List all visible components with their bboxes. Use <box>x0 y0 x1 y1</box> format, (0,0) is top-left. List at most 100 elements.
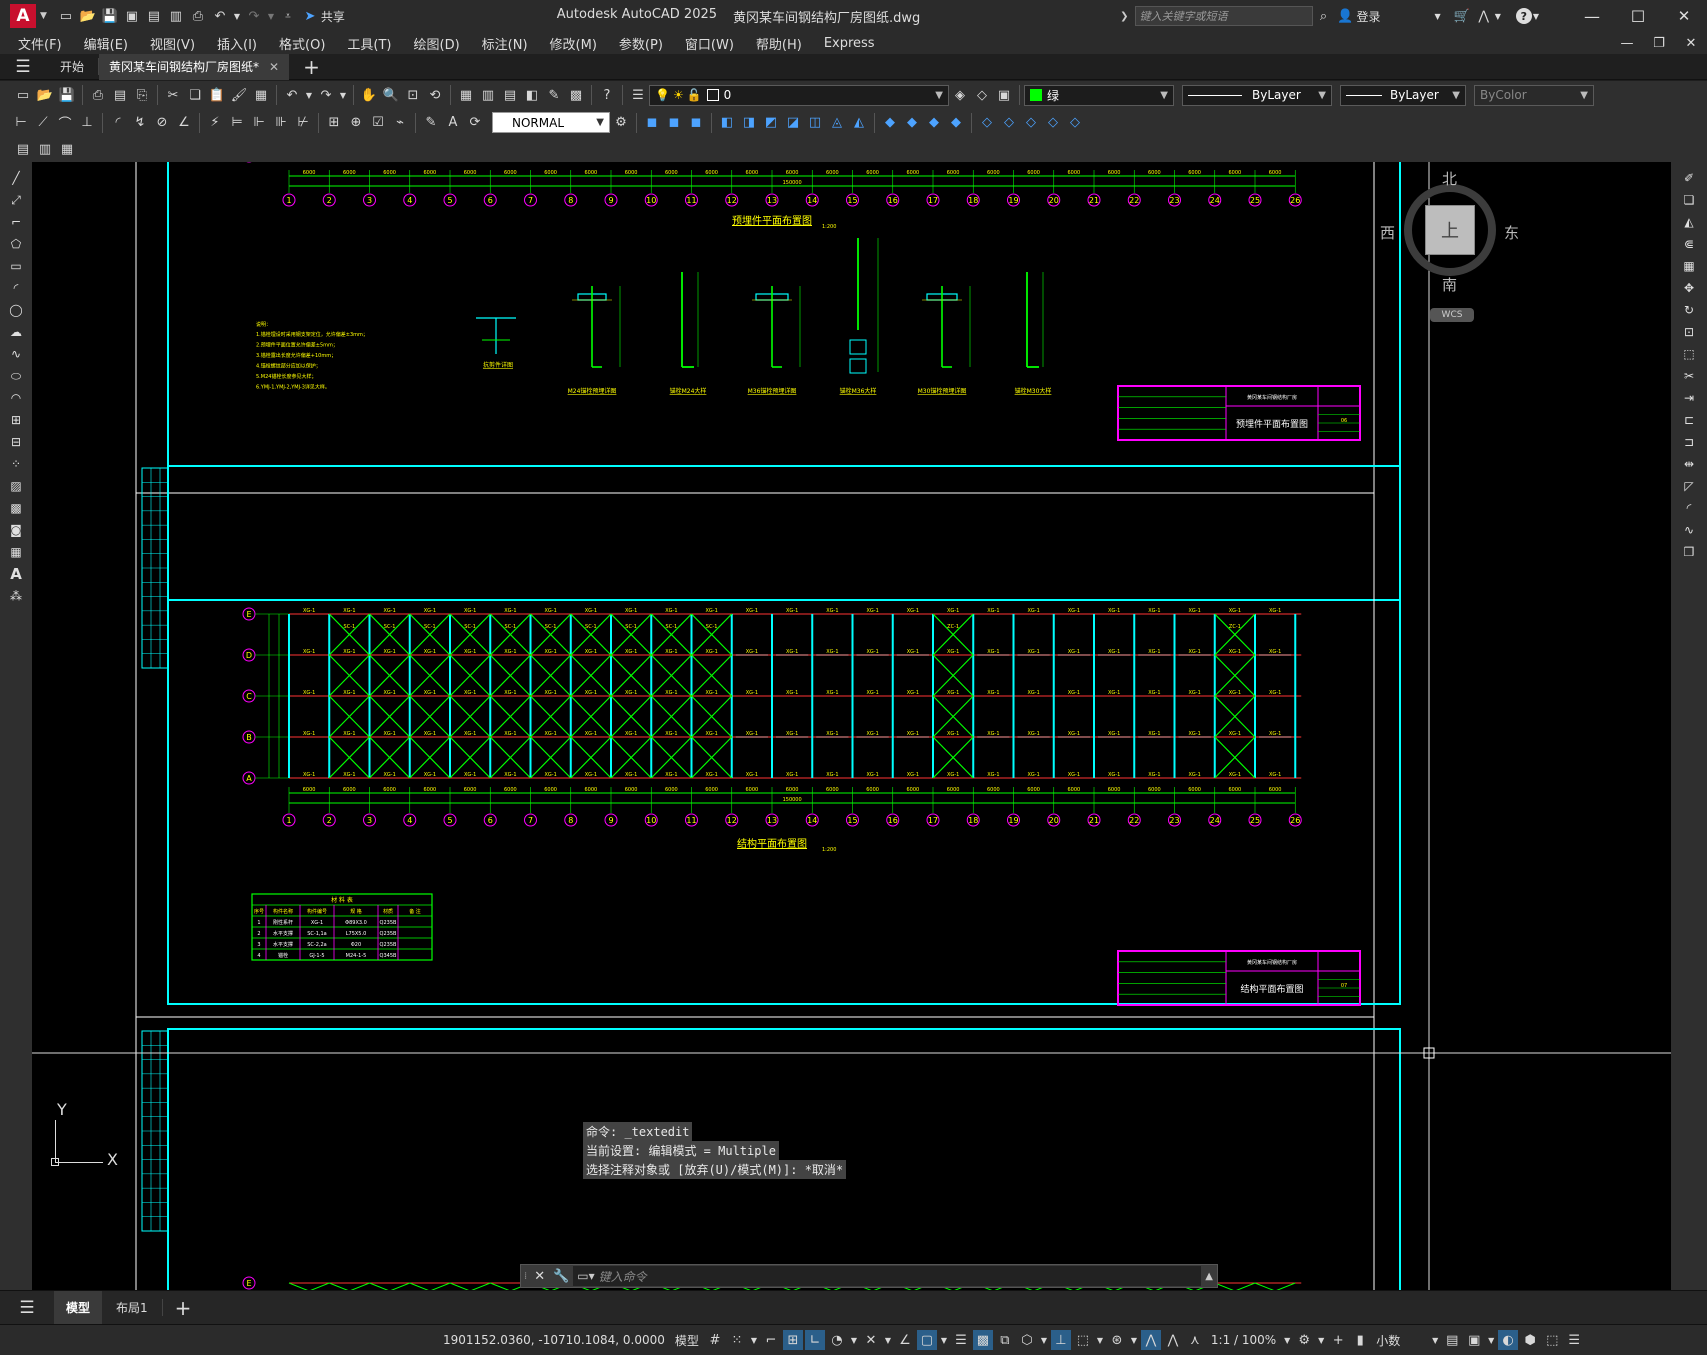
linetype-dropdown[interactable]: ByLayer ▼ <box>1182 84 1332 106</box>
make-block-icon[interactable]: ⊟ <box>6 432 26 452</box>
doc-minimize-icon[interactable]: — <box>1611 36 1643 51</box>
properties-icon[interactable]: ▦ <box>456 85 476 105</box>
3d-osnap-dropdown-icon[interactable]: ▼ <box>1039 1330 1049 1350</box>
stretch-tool-icon[interactable]: ⬚ <box>1679 344 1699 364</box>
save-web-icon[interactable]: ▥ <box>166 6 186 26</box>
fillet-tool-icon[interactable]: ◜ <box>1679 498 1699 518</box>
linear-dimension-icon[interactable]: ⊢ <box>11 113 31 133</box>
wcs-menu-button[interactable]: WCS <box>1430 308 1474 322</box>
layer-dropdown[interactable]: 💡 ☀ 🔓 0 ▼ <box>649 84 949 106</box>
layer-properties-icon[interactable]: ☰ <box>628 85 648 105</box>
transparency-icon[interactable]: ▩ <box>972 1330 993 1350</box>
open-icon[interactable]: 📂 <box>35 85 55 105</box>
dimension-update-icon[interactable]: ⟳ <box>465 113 485 133</box>
menu-tools[interactable]: 工具(T) <box>336 34 402 53</box>
maximize-window-icon[interactable]: ☐ <box>1615 7 1661 26</box>
hatch-tool-icon[interactable]: ▨ <box>6 476 26 496</box>
snap-dropdown-icon[interactable]: ▼ <box>749 1330 759 1350</box>
lineweight-dropdown[interactable]: ByLayer ▼ <box>1340 84 1466 106</box>
wedge-icon[interactable]: ◼ <box>686 113 706 133</box>
ellipse-arc-tool-icon[interactable]: ◠ <box>6 388 26 408</box>
match-properties-icon[interactable]: 🖌 <box>229 85 249 105</box>
copy-tool-icon[interactable]: ❏ <box>1679 190 1699 210</box>
trim-tool-icon[interactable]: ✂ <box>1679 366 1699 386</box>
undo-icon[interactable]: ↶ <box>210 6 230 26</box>
thicken-icon[interactable]: ◭ <box>849 113 869 133</box>
add-selected-icon[interactable]: ⁂ <box>6 586 26 606</box>
arc-tool-icon[interactable]: ◜ <box>6 278 26 298</box>
menu-view[interactable]: 视图(V) <box>139 34 206 53</box>
customize-qat-icon[interactable]: ⩡ <box>278 6 298 26</box>
ortho-icon[interactable]: ∟ <box>804 1330 825 1350</box>
join-tool-icon[interactable]: ⇹ <box>1679 454 1699 474</box>
paste-icon[interactable]: 📋 <box>207 85 227 105</box>
mirror-tool-icon[interactable]: ◭ <box>1679 212 1699 232</box>
dimension-text-edit-icon[interactable]: A <box>443 113 463 133</box>
menu-file[interactable]: 文件(F) <box>7 34 73 53</box>
quick-dimension-icon[interactable]: ⚡ <box>205 113 225 133</box>
grid-icon[interactable]: # <box>705 1330 725 1350</box>
menu-modify[interactable]: 修改(M) <box>539 34 608 53</box>
help-search-input[interactable]: 键入关键字或短语 <box>1134 6 1313 26</box>
save-icon[interactable]: 💾 <box>100 6 120 26</box>
snap-icon[interactable]: ⁙ <box>727 1330 747 1350</box>
isodraft-dropdown-icon[interactable]: ▼ <box>883 1330 893 1350</box>
help-tb-icon[interactable]: ? <box>597 85 617 105</box>
search-icon[interactable]: ⌕ <box>1314 6 1334 26</box>
save-as-icon[interactable]: ▣ <box>122 6 142 26</box>
pan-icon[interactable]: ✋ <box>359 85 379 105</box>
preview-icon[interactable]: ▤ <box>110 85 130 105</box>
doc-close-icon[interactable]: ✕ <box>1675 36 1707 51</box>
viewcube-north[interactable]: 北 <box>1442 168 1457 189</box>
polar-tracking-icon[interactable]: ◔ <box>827 1330 847 1350</box>
share-icon[interactable]: ➤ <box>300 6 320 26</box>
viewcube-top-face[interactable]: 上 <box>1425 205 1475 255</box>
workspace-dropdown-icon[interactable]: ▼ <box>1316 1330 1326 1350</box>
command-recent-icon[interactable]: ▭▾ <box>577 1269 594 1283</box>
hardware-acceleration-icon[interactable]: ⬢ <box>1520 1330 1540 1350</box>
menu-edit[interactable]: 编辑(E) <box>73 34 139 53</box>
design-center-icon[interactable]: ▥ <box>478 85 498 105</box>
zoom-window-icon[interactable]: ⊡ <box>403 85 423 105</box>
ordinate-dimension-icon[interactable]: ⊥ <box>77 113 97 133</box>
gizmo-dropdown-icon[interactable]: ▼ <box>1129 1330 1139 1350</box>
plotstyle-dropdown[interactable]: ByColor ▼ <box>1474 84 1594 106</box>
cart-icon[interactable]: 🛒 <box>1452 6 1472 26</box>
array-tool-icon[interactable]: ▦ <box>1679 256 1699 276</box>
gradient-tool-icon[interactable]: ▩ <box>6 498 26 518</box>
continue-dimension-icon[interactable]: ⊩ <box>249 113 269 133</box>
customization-icon[interactable]: ☰ <box>1564 1330 1584 1350</box>
redo-dropdown-icon[interactable]: ▼ <box>266 6 276 26</box>
table-tool-icon[interactable]: ▦ <box>6 542 26 562</box>
isolate-objects-icon[interactable]: ◐ <box>1498 1330 1519 1350</box>
sheet-set-icon[interactable]: ◧ <box>522 85 542 105</box>
extrude-icon[interactable]: ◧ <box>717 113 737 133</box>
tool-palettes-icon[interactable]: ▤ <box>500 85 520 105</box>
visual-style-icon[interactable]: ◆ <box>924 113 944 133</box>
drawing-canvas[interactable]: A 1 6000 2 6000 3 6000 4 6000 5 6000 6 6000 7 6000 8 600… <box>32 162 1671 1290</box>
viewport-icon[interactable]: ◇ <box>1021 113 1041 133</box>
new-file-icon[interactable]: ▭ <box>56 6 76 26</box>
menu-help[interactable]: 帮助(H) <box>745 34 813 53</box>
command-history-toggle-icon[interactable]: ▲ <box>1205 1271 1213 1282</box>
slice-icon[interactable]: ◬ <box>827 113 847 133</box>
calculator-icon[interactable]: ▩ <box>566 85 586 105</box>
plot-icon[interactable]: ⎙ <box>188 6 208 26</box>
viewcube[interactable]: 上 北 南 西 东 WCS <box>1380 168 1519 322</box>
workspace-icon[interactable]: ⚙ <box>1294 1330 1314 1350</box>
mtext-tool-icon[interactable]: A <box>6 564 26 584</box>
annotation-scale-icon[interactable]: ⋏ <box>1185 1330 1205 1350</box>
tolerance-icon[interactable]: ⊞ <box>324 113 344 133</box>
extend-tool-icon[interactable]: ⇥ <box>1679 388 1699 408</box>
circle-tool-icon[interactable]: ◯ <box>6 300 26 320</box>
undo-tb-dropdown-icon[interactable]: ▼ <box>304 85 314 105</box>
qnew-icon[interactable]: ▭ <box>13 85 33 105</box>
minimize-window-icon[interactable]: — <box>1569 7 1615 26</box>
annotation-monitor-icon[interactable]: + <box>1328 1330 1348 1350</box>
open-web-icon[interactable]: ▤ <box>144 6 164 26</box>
tab-start[interactable]: 开始 <box>46 58 100 75</box>
add-layout-icon[interactable]: + <box>175 1296 192 1320</box>
cut-icon[interactable]: ✂ <box>163 85 183 105</box>
lock-ui-dropdown-icon[interactable]: ▼ <box>1486 1330 1496 1350</box>
inspection-icon[interactable]: ☑ <box>368 113 388 133</box>
